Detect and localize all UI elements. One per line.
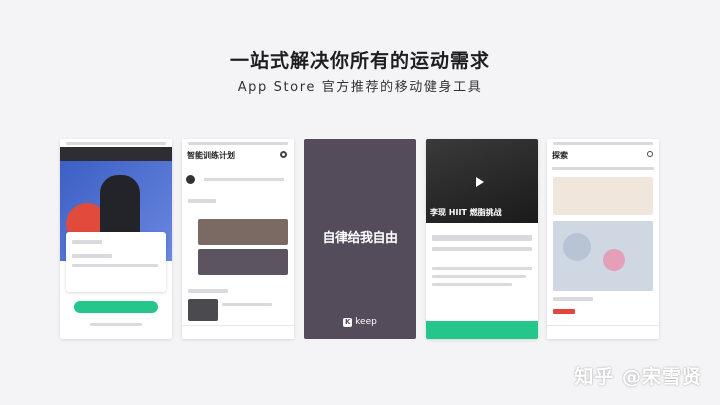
workout-item-2[interactable]	[198, 249, 288, 275]
phone-screenshot-2: 智能训练计划	[182, 139, 294, 339]
banner[interactable]	[553, 177, 653, 215]
desc-placeholder	[432, 283, 512, 286]
product-circle-2	[603, 249, 625, 271]
product-circle-1	[563, 233, 591, 261]
watermark: 知乎 @宋雪贤	[574, 366, 702, 388]
workout-item-1[interactable]	[198, 219, 288, 245]
product-name-placeholder	[553, 297, 593, 301]
brand-slogan: 自律给我自由	[322, 231, 398, 246]
day-label-placeholder	[204, 178, 284, 181]
gear-icon[interactable]	[280, 151, 287, 158]
section-heading-placeholder	[188, 199, 216, 203]
header-bar	[60, 147, 172, 161]
headline: 一站式解决你所有的运动需求	[229, 50, 490, 72]
tabs-placeholder	[552, 167, 654, 170]
price-placeholder	[553, 309, 575, 314]
placeholder	[72, 240, 102, 244]
stats-placeholder	[432, 235, 532, 241]
join-button[interactable]	[74, 301, 158, 313]
search-icon[interactable]	[647, 151, 653, 157]
course-text-placeholder	[222, 303, 272, 306]
selected-day[interactable]	[186, 175, 195, 184]
section-heading-placeholder	[188, 289, 228, 293]
keep-logo-icon: K	[343, 317, 353, 327]
phone-screenshot-4: 李现 HIIT 燃脂挑战	[426, 139, 538, 339]
course-thumb[interactable]	[188, 299, 218, 321]
play-icon[interactable]	[476, 177, 484, 187]
course-card	[66, 232, 166, 292]
join-button[interactable]	[426, 321, 538, 339]
status-bar	[188, 142, 288, 145]
product-image[interactable]	[553, 221, 653, 291]
date-strip	[186, 169, 290, 187]
video-title: 李现 HIIT 燃脂挑战	[430, 208, 502, 217]
stats-placeholder	[432, 247, 532, 251]
placeholder	[72, 254, 112, 258]
phone-screenshot-5: 探索	[547, 139, 659, 339]
status-bar	[66, 142, 166, 145]
subtitle: App Store 官方推荐的移动健身工具	[237, 80, 483, 95]
brand-card: 自律给我自由 K keep	[304, 139, 416, 339]
tab-bar	[547, 325, 659, 339]
keep-logo: K keep	[304, 317, 416, 327]
tab-bar	[182, 325, 294, 339]
screen-title: 探索	[552, 151, 568, 160]
footer-text-placeholder	[90, 323, 142, 326]
desc-placeholder	[432, 267, 532, 270]
screen-title: 智能训练计划	[187, 151, 235, 160]
keep-logo-text: keep	[355, 317, 377, 327]
phone-screenshot-1	[60, 139, 172, 339]
status-bar	[553, 142, 653, 145]
placeholder	[72, 264, 158, 267]
desc-placeholder	[432, 275, 526, 278]
